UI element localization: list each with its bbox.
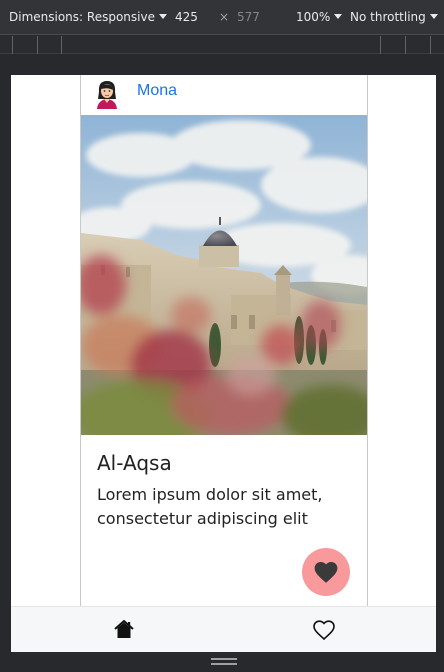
dimensions-dropdown[interactable]: Dimensions: Responsive	[9, 0, 167, 35]
post-card: Mona Al-Aqsa Lorem ipsum dolor sit amet,…	[80, 75, 368, 606]
heart-outline-icon[interactable]	[312, 618, 336, 642]
chevron-down-icon	[334, 14, 343, 19]
resize-handle[interactable]	[211, 658, 237, 666]
dimensions-label: Dimensions: Responsive	[9, 10, 155, 24]
chevron-down-icon	[158, 14, 167, 19]
like-button[interactable]	[302, 548, 350, 596]
heart-filled-icon	[314, 562, 338, 583]
zoom-dropdown[interactable]: 100%	[296, 0, 343, 35]
zoom-label: 100%	[296, 10, 331, 24]
throttling-label: No throttling	[350, 10, 426, 24]
devtools-toolbar: Dimensions: Responsive 425 × 577 100% No…	[0, 0, 444, 35]
bottom-navigation	[11, 606, 436, 652]
post-description: Lorem ipsum dolor sit amet, consectetur …	[97, 485, 323, 528]
post-title: Al-Aqsa	[97, 451, 172, 475]
chevron-down-icon	[429, 14, 438, 19]
al-aqsa-photo	[81, 115, 367, 435]
username-link[interactable]: Mona	[137, 82, 177, 100]
height-input[interactable]: 577	[237, 0, 260, 35]
home-icon[interactable]	[112, 618, 136, 642]
avatar[interactable]	[94, 79, 120, 109]
times-sign: ×	[219, 10, 230, 24]
throttling-dropdown[interactable]: No throttling	[350, 0, 438, 35]
card-header: Mona	[81, 75, 367, 115]
device-viewport: Mona Al-Aqsa Lorem ipsum dolor sit amet,…	[11, 75, 436, 652]
media-query-ruler[interactable]	[0, 36, 444, 54]
width-input[interactable]: 425	[175, 0, 198, 35]
